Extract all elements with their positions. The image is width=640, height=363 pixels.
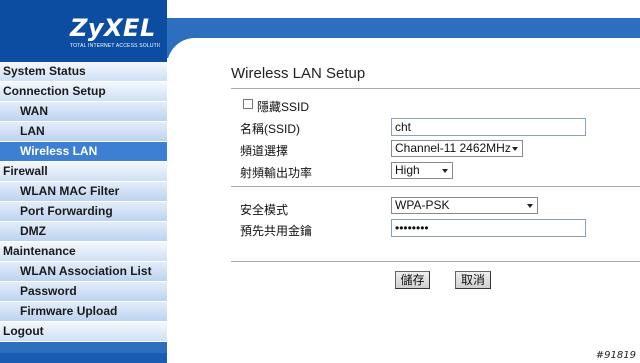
power-select-value: High xyxy=(395,163,420,177)
logo-area: ZyXEL TOTAL INTERNET ACCESS SOLUTION xyxy=(0,0,167,62)
hide-ssid-checkbox[interactable] xyxy=(243,99,253,109)
channel-select-value: Channel-11 2462MHz xyxy=(395,141,511,155)
channel-label: 頻道選擇 xyxy=(240,144,289,158)
zyxel-logo: ZyXEL xyxy=(70,14,156,42)
menu-wireless-lan[interactable]: Wireless LAN xyxy=(0,142,167,162)
ssid-label: 名稱(SSID) xyxy=(240,122,301,136)
hide-ssid-label: 隱藏SSID xyxy=(257,100,310,114)
menu-port-forwarding[interactable]: Port Forwarding xyxy=(0,202,167,222)
security-label: 安全模式 xyxy=(240,203,289,217)
divider-bottom xyxy=(231,261,640,262)
menu-maintenance[interactable]: Maintenance xyxy=(0,242,167,262)
divider-middle xyxy=(231,186,640,187)
divider-top xyxy=(231,88,640,89)
menu-system-status[interactable]: System Status xyxy=(0,62,167,82)
menu-wlan-mac-filter[interactable]: WLAN MAC Filter xyxy=(0,182,167,202)
nav-menu: System Status Connection Setup WAN LAN Wirel… xyxy=(0,62,167,342)
chevron-down-icon xyxy=(442,169,448,173)
cancel-button[interactable]: 取消 xyxy=(455,271,491,289)
top-band xyxy=(167,0,640,18)
sidebar-footer xyxy=(0,353,167,363)
page-title: Wireless LAN Setup xyxy=(231,65,366,82)
power-select[interactable]: High xyxy=(391,162,453,179)
logo-tagline: TOTAL INTERNET ACCESS SOLUTION xyxy=(70,43,160,49)
channel-select[interactable]: Channel-11 2462MHz xyxy=(391,140,523,157)
watermark: #91819 xyxy=(595,350,636,361)
chevron-down-icon xyxy=(512,147,518,151)
security-select-value: WPA-PSK xyxy=(395,198,450,212)
menu-wan[interactable]: WAN xyxy=(0,102,167,122)
menu-firewall[interactable]: Firewall xyxy=(0,162,167,182)
sidebar: ZyXEL TOTAL INTERNET ACCESS SOLUTION Sys… xyxy=(0,0,167,363)
menu-lan[interactable]: LAN xyxy=(0,122,167,142)
header-bar xyxy=(167,18,640,38)
menu-connection-setup[interactable]: Connection Setup xyxy=(0,82,167,102)
ssid-input[interactable]: cht xyxy=(391,118,586,136)
menu-dmz[interactable]: DMZ xyxy=(0,222,167,242)
save-button[interactable]: 儲存 xyxy=(395,271,430,289)
menu-logout[interactable]: Logout xyxy=(0,322,167,342)
menu-firmware-upload[interactable]: Firmware Upload xyxy=(0,302,167,322)
menu-wlan-association-list[interactable]: WLAN Association List xyxy=(0,262,167,282)
menu-password[interactable]: Password xyxy=(0,282,167,302)
power-label: 射頻輸出功率 xyxy=(240,166,313,180)
security-select[interactable]: WPA-PSK xyxy=(391,197,538,214)
psk-label: 預先共用金鑰 xyxy=(240,224,313,238)
chevron-down-icon xyxy=(527,204,533,208)
psk-input[interactable]: •••••••• xyxy=(391,219,586,237)
